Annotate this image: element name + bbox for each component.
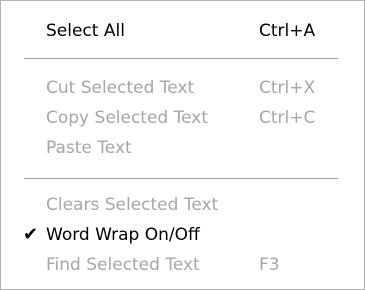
menu-item-label: Find Selected Text — [46, 255, 200, 275]
menu-item-label: Clears Selected Text — [46, 195, 219, 215]
checkmark-icon: ✔ — [23, 224, 39, 245]
menu-separator — [24, 58, 338, 59]
menu-item-select-all[interactable]: Select All Ctrl+A — [1, 16, 364, 46]
menu-item-label: Select All — [46, 21, 125, 41]
menu-item-copy-selected-text[interactable]: Copy Selected Text Ctrl+C — [1, 103, 364, 133]
menu-separator — [24, 178, 338, 179]
menu-item-shortcut: F3 — [259, 255, 280, 275]
menu-item-paste-text[interactable]: Paste Text — [1, 133, 364, 163]
menu-item-find-selected-text[interactable]: Find Selected Text F3 — [1, 250, 364, 280]
menu-item-shortcut: Ctrl+X — [259, 78, 316, 98]
menu-item-label: Word Wrap On/Off — [46, 225, 200, 245]
menu-item-shortcut: Ctrl+C — [259, 108, 316, 128]
menu-item-clears-selected-text[interactable]: Clears Selected Text — [1, 190, 364, 220]
menu-item-shortcut: Ctrl+A — [259, 21, 316, 41]
menu-item-word-wrap[interactable]: ✔ Word Wrap On/Off — [1, 220, 364, 250]
menu-item-cut-selected-text[interactable]: Cut Selected Text Ctrl+X — [1, 73, 364, 103]
menu-item-label: Cut Selected Text — [46, 78, 195, 98]
context-menu: Select All Ctrl+A Cut Selected Text Ctrl… — [0, 0, 365, 290]
menu-item-label: Copy Selected Text — [46, 108, 209, 128]
menu-item-label: Paste Text — [46, 138, 132, 158]
